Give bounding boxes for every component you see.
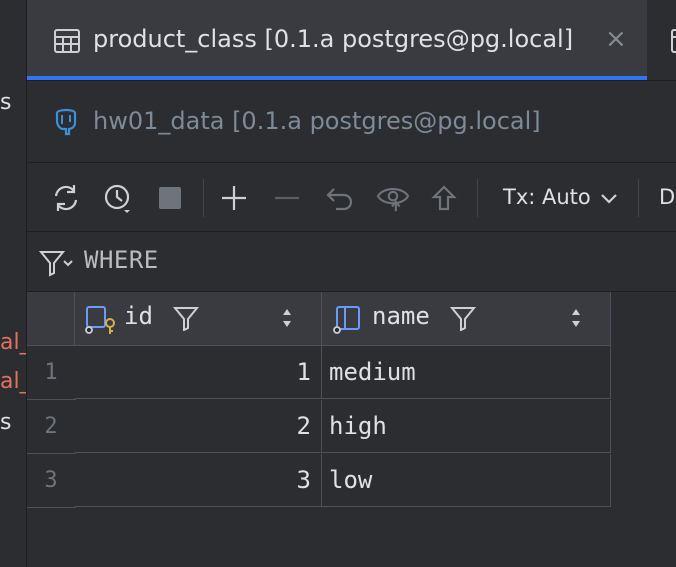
toolbar-separator bbox=[477, 179, 478, 217]
refresh-icon[interactable] bbox=[49, 181, 83, 215]
postgresql-elephant-icon bbox=[51, 107, 81, 141]
column-filter-icon[interactable] bbox=[449, 305, 477, 335]
project-tree-fragment[interactable]: s bbox=[0, 90, 11, 116]
table-icon[interactable] bbox=[670, 28, 676, 58]
cell-id[interactable]: 3 bbox=[75, 454, 322, 507]
column-icon bbox=[332, 305, 362, 339]
project-tree-fragment[interactable]: al_ bbox=[0, 330, 26, 356]
table-icon bbox=[53, 28, 81, 58]
tab-product-class[interactable]: product_class [0.1.a postgres@pg.local] … bbox=[27, 0, 647, 80]
submit-icon[interactable] bbox=[427, 181, 461, 215]
cell-name[interactable]: high bbox=[322, 400, 611, 453]
revert-icon[interactable] bbox=[323, 181, 357, 215]
grid-corner[interactable] bbox=[27, 292, 75, 346]
stop-icon[interactable] bbox=[153, 181, 187, 215]
transaction-mode-dropdown[interactable]: Tx: Auto bbox=[503, 185, 591, 209]
toolbar-overflow-label[interactable]: D bbox=[659, 185, 675, 209]
cell-name[interactable]: medium bbox=[322, 346, 611, 399]
column-header-name[interactable]: name bbox=[322, 292, 611, 346]
sort-icon[interactable] bbox=[570, 307, 582, 333]
where-filter-bar[interactable]: WHERE bbox=[27, 232, 676, 292]
editor-tab-bar: product_class [0.1.a postgres@pg.local] … bbox=[27, 0, 676, 81]
active-tab-indicator bbox=[27, 76, 647, 80]
data-source-label[interactable]: hw01_data [0.1.a postgres@pg.local] bbox=[93, 107, 541, 135]
project-tree-panel: s al_ al_ s bbox=[0, 0, 27, 567]
row-number[interactable]: 1 bbox=[27, 346, 76, 400]
column-header-id[interactable]: id bbox=[75, 292, 322, 346]
results-toolbar: Tx: Auto D bbox=[27, 163, 676, 232]
toolbar-separator bbox=[638, 179, 639, 217]
column-filter-icon[interactable] bbox=[172, 305, 200, 335]
column-header-label: id bbox=[124, 302, 153, 330]
delete-row-icon[interactable] bbox=[270, 181, 304, 215]
cell-id[interactable]: 1 bbox=[75, 346, 322, 399]
close-icon[interactable]: × bbox=[605, 24, 627, 54]
row-number[interactable]: 2 bbox=[27, 400, 76, 454]
row-number[interactable]: 3 bbox=[27, 454, 76, 508]
cell-name[interactable]: low bbox=[322, 454, 611, 507]
project-tree-fragment[interactable]: s bbox=[0, 410, 11, 436]
project-tree-fragment[interactable]: al_ bbox=[0, 369, 26, 395]
cell-id[interactable]: 2 bbox=[75, 400, 322, 453]
primary-key-column-icon bbox=[84, 305, 118, 339]
column-header-label: name bbox=[372, 302, 430, 330]
add-row-icon[interactable] bbox=[217, 181, 251, 215]
toolbar-separator bbox=[203, 179, 204, 217]
data-source-bar: hw01_data [0.1.a postgres@pg.local] bbox=[27, 81, 676, 163]
sort-icon[interactable] bbox=[281, 307, 293, 333]
chevron-down-icon[interactable] bbox=[600, 191, 618, 210]
filter-icon[interactable] bbox=[38, 249, 73, 281]
history-clock-icon[interactable] bbox=[101, 181, 135, 215]
tab-label: product_class [0.1.a postgres@pg.local] bbox=[93, 25, 574, 53]
where-label: WHERE bbox=[84, 246, 159, 274]
preview-changes-icon[interactable] bbox=[376, 181, 410, 215]
